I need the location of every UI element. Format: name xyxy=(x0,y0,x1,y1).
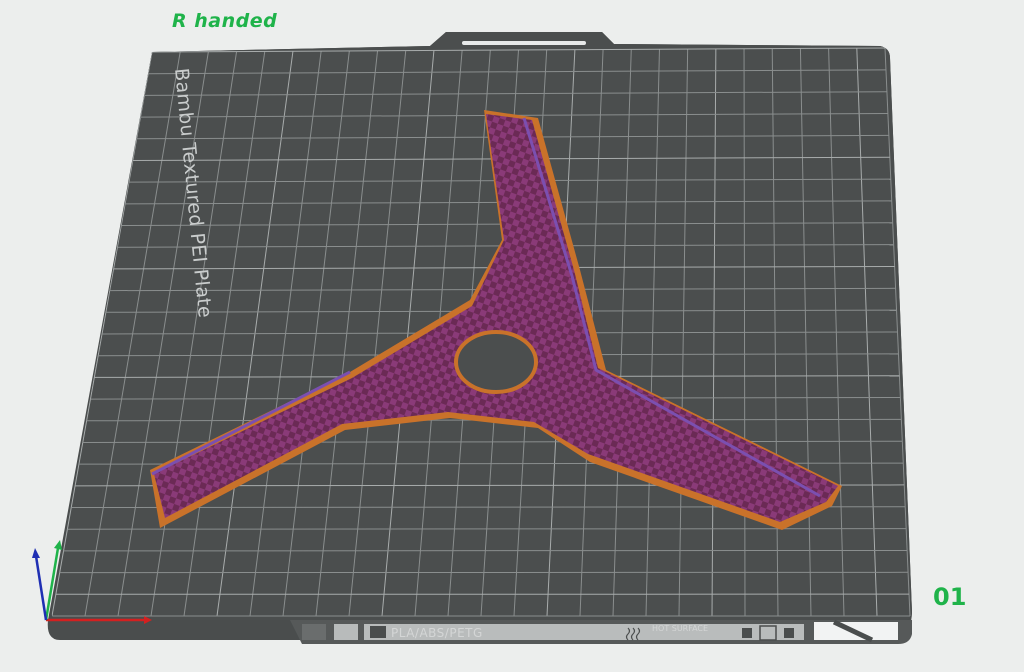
material-label: PLA/ABS/PETG xyxy=(391,626,483,640)
plate-type-icon xyxy=(370,626,386,638)
build-plate-viewport[interactable] xyxy=(0,0,1024,672)
hot-surface-label: HOT SURFACE xyxy=(652,624,709,633)
plate-bottom-strip xyxy=(290,619,912,644)
plate-handle-slot xyxy=(462,41,586,45)
center-hole xyxy=(454,330,538,394)
plate-number-label[interactable]: 01 xyxy=(933,583,966,611)
plate-name-label[interactable]: R handed xyxy=(172,10,277,32)
